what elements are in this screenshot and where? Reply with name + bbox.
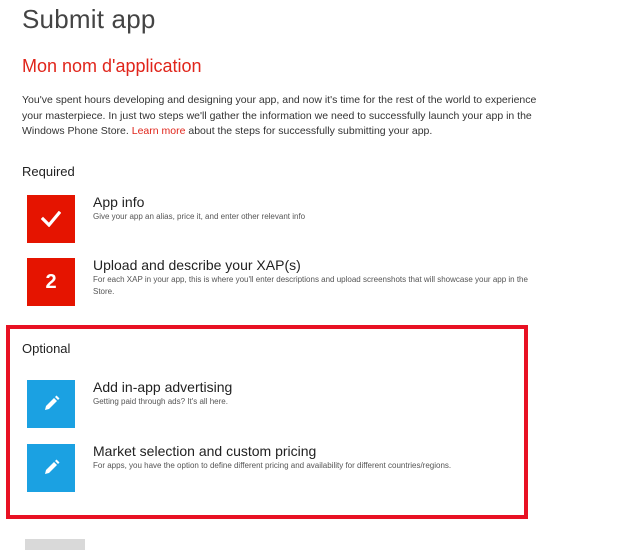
step-description: For apps, you have the option to define … (93, 461, 452, 470)
step-app-info[interactable]: App info Give your app an alias, price i… (27, 194, 306, 243)
page-title: Submit app (22, 4, 156, 34)
app-name-heading: Mon nom d'application (22, 56, 202, 76)
step-number: 2 (45, 270, 57, 293)
checkmark-icon (27, 195, 75, 243)
step-market-selection-text: Market selection and custom pricing For … (93, 443, 452, 472)
intro-text-end: about the steps for successfully submitt… (185, 125, 433, 137)
submit-button[interactable] (25, 539, 85, 550)
pencil-icon (27, 380, 75, 428)
pencil-icon (27, 444, 75, 492)
step-app-info-text: App info Give your app an alias, price i… (93, 194, 306, 223)
step-in-app-advertising-text: Add in-app advertising Getting paid thro… (93, 379, 233, 408)
intro-paragraph: You've spent hours developing and design… (22, 93, 542, 140)
required-heading: Required (22, 164, 75, 179)
step-upload-xap-text: Upload and describe your XAP(s) For each… (93, 257, 543, 298)
step-title: App info (93, 194, 145, 210)
optional-heading: Optional (22, 341, 71, 356)
step-number-tile: 2 (27, 258, 75, 306)
step-description: Give your app an alias, price it, and en… (93, 212, 306, 221)
step-upload-xap[interactable]: 2 Upload and describe your XAP(s) For ea… (27, 257, 543, 306)
learn-more-link[interactable]: Learn more (132, 125, 186, 137)
submit-app-page: Submit app Mon nom d'application You've … (0, 0, 633, 550)
step-market-selection[interactable]: Market selection and custom pricing For … (27, 443, 452, 492)
step-in-app-advertising[interactable]: Add in-app advertising Getting paid thro… (27, 379, 233, 428)
step-title: Add in-app advertising (93, 379, 233, 395)
step-description: For each XAP in your app, this is where … (93, 275, 528, 296)
step-title: Upload and describe your XAP(s) (93, 257, 301, 273)
step-title: Market selection and custom pricing (93, 443, 317, 459)
step-description: Getting paid through ads? It's all here. (93, 397, 228, 406)
